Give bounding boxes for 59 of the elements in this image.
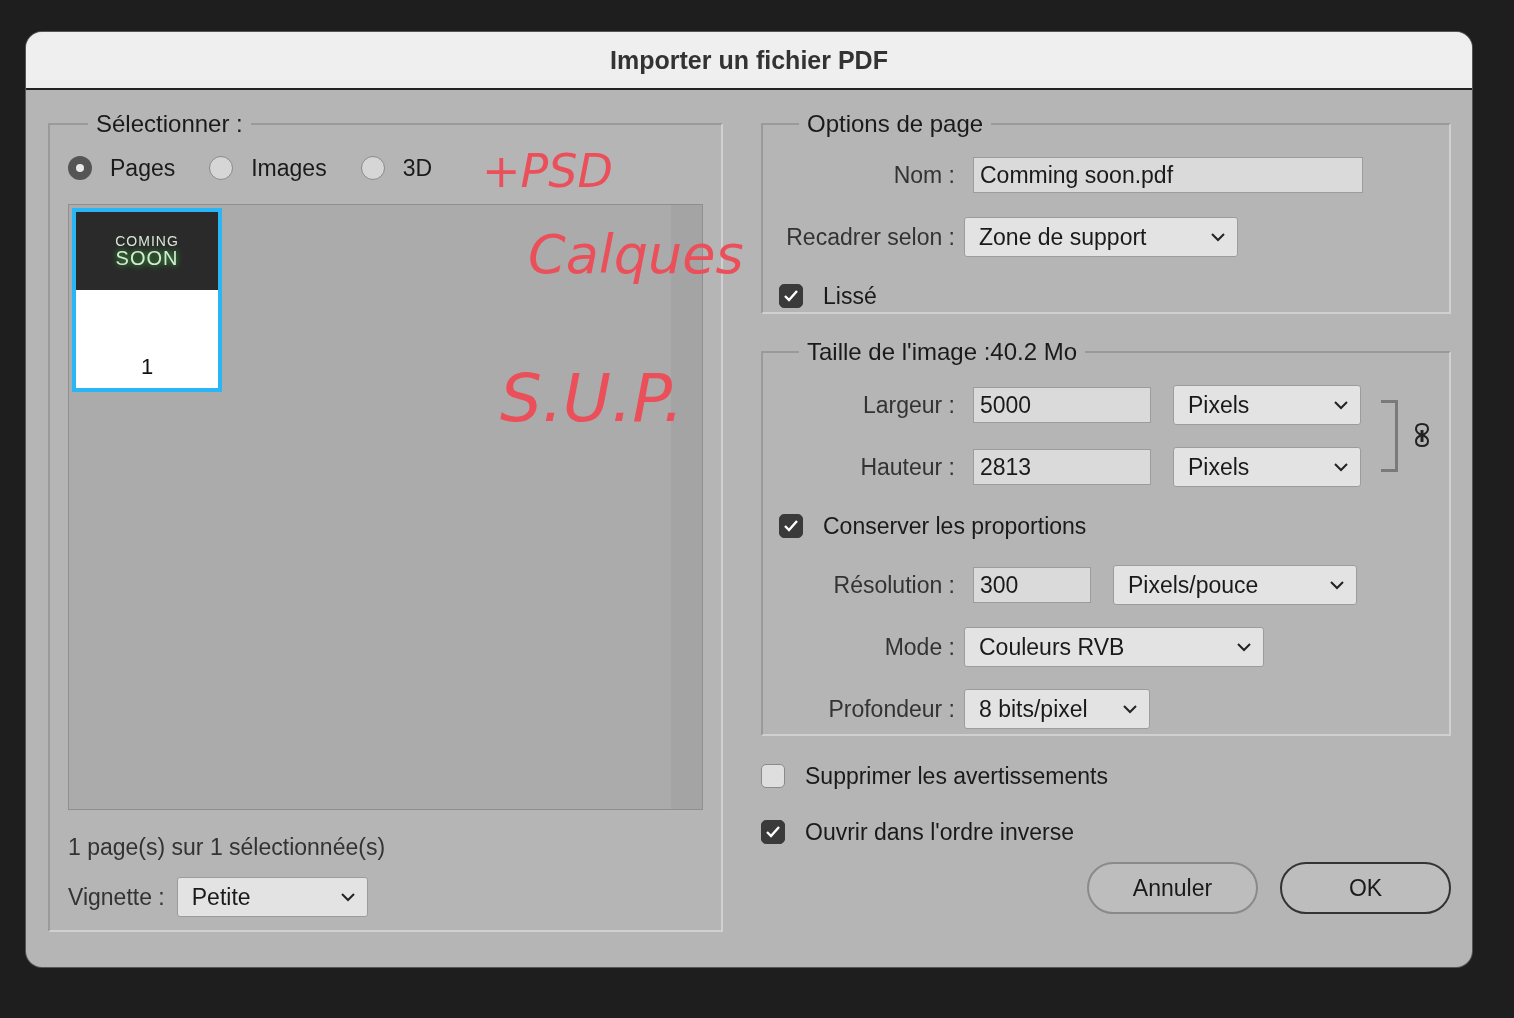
checkbox-option[interactable]: Ouvrir dans l'ordre inverse [761,804,1451,860]
group-legend: Taille de l'image :40.2 Mo [799,338,1086,366]
checkbox[interactable] [761,820,785,844]
dropdown-select[interactable]: Couleurs RVB [964,627,1264,667]
chevron-icon [340,892,355,902]
radio-button[interactable] [360,156,385,180]
chevron-icon [1123,704,1137,714]
dropdown-select[interactable]: Zone de support [964,217,1238,257]
chevron-icon [1211,232,1225,242]
field-label: Résolution : [832,571,955,599]
checkbox[interactable] [761,764,785,788]
field-label: Profondeur : [827,695,955,723]
chevron-icon [1237,642,1251,652]
chevron-icon [1334,462,1348,472]
chevron-icon [1334,400,1348,410]
handwritten-note: Calques [528,228,744,282]
input-field[interactable]: 300 [973,567,1091,603]
checkbox[interactable] [779,514,803,538]
radio-option[interactable]: 3D [360,154,433,182]
link-bracket [1381,400,1398,472]
unit-select[interactable]: Pixels [1173,447,1361,487]
input-field[interactable]: 2813 [973,449,1151,485]
field-label: Mode : [883,633,955,661]
checkbox-option[interactable]: Lissé [779,268,1433,324]
handwritten-note: S.U.P. [500,366,684,432]
dropdown-select[interactable]: 8 bits/pixel [964,689,1150,729]
radio-option[interactable]: Images [209,154,327,182]
thumbnail-text: COMING [115,234,179,248]
page-thumbnail[interactable]: COMING SOON 1 [72,208,222,392]
window-title: Importer un fichier PDF [610,45,888,75]
field-label: Recadrer selon : [785,223,955,251]
group-legend: Sélectionner : [88,110,251,138]
radio-button[interactable] [209,156,234,180]
unit-select[interactable]: Pixels/pouce [1113,565,1357,605]
group-legend: Options de page [799,110,992,138]
radio-button[interactable] [68,156,92,180]
chain-link-icon[interactable] [1414,422,1430,450]
radio-option[interactable]: Pages [68,154,176,182]
chevron-icon [1330,580,1344,590]
cancel-button[interactable]: Annuler [1087,862,1258,914]
field-label: Hauteur : [859,453,955,481]
thumbnail-text: SOON [115,248,179,268]
input-field[interactable]: Comming soon.pdf [973,157,1363,193]
checkbox-option[interactable]: Conserver les proportions [779,498,1433,554]
checkmark-icon [783,519,799,533]
unit-select[interactable]: Pixels [1173,385,1361,425]
handwritten-note: +PSD [482,148,613,194]
input-field[interactable]: 5000 [973,387,1151,423]
thumbnail-size-select[interactable]: Petite [176,877,368,917]
field-label: Nom : [892,161,955,189]
checkbox-option[interactable]: Supprimer les avertissements [761,748,1451,804]
page-number: 1 [140,354,154,380]
checkbox[interactable] [779,284,803,308]
checkmark-icon [765,825,781,839]
field-label: Vignette : [68,883,165,911]
selection-summary: 1 page(s) sur 1 sélectionnée(s) [68,834,387,861]
field-label: Largeur : [861,391,955,419]
ok-button[interactable]: OK [1280,862,1451,914]
checkmark-icon [783,289,799,303]
